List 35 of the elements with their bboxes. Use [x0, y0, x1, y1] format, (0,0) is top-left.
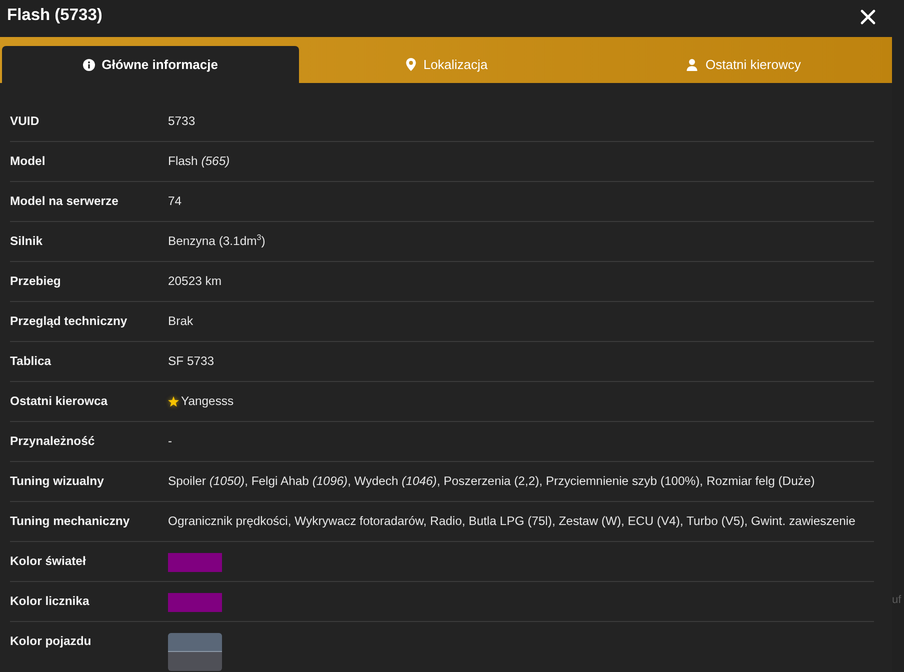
row-label: Tablica	[10, 354, 52, 368]
person-icon	[686, 58, 698, 70]
tab[interactable]: Główne informacje	[2, 46, 299, 83]
row-value: -	[168, 434, 172, 448]
row-label: Kolor licznika	[10, 594, 90, 608]
row-value: 5733	[168, 114, 196, 128]
row-label: Kolor pojazdu	[10, 634, 92, 648]
row-value: SF 5733	[168, 354, 214, 368]
driver-name: Yangesss	[181, 394, 234, 408]
row-value: Brak	[168, 314, 194, 328]
row-label: Tuning mechaniczny	[10, 514, 131, 528]
star-icon	[168, 396, 179, 406]
row-value: Benzyna (3.1dm$^{3}$)	[168, 234, 266, 248]
row-label: Model na serwerze	[10, 194, 120, 208]
close-icon[interactable]	[860, 8, 876, 24]
row-label: Przynależność	[10, 434, 96, 448]
row-label: VUID	[10, 114, 40, 128]
row-label: Kolor świateł	[10, 554, 87, 568]
row-label: Ostatni kierowca	[10, 394, 109, 408]
row-label: Przegląd techniczny	[10, 314, 128, 328]
background-text: uf	[892, 594, 902, 606]
row-label: Przebieg	[10, 274, 62, 288]
tab[interactable]: Ostatni kierowcy	[595, 46, 892, 83]
row-value: Flash (565)	[168, 154, 230, 168]
row-label: Silnik	[10, 234, 44, 248]
row-value: Ogranicznik prędkości, Wykrywacz fotoradarów, Radio, Butla LPG (75l), Zestaw (W), ECU (V4), Turbo (V5), Gwint. zawieszenie	[168, 514, 856, 528]
location-pin-icon	[406, 58, 416, 71]
row-value: 20523 km	[168, 274, 222, 288]
info-icon	[82, 58, 95, 70]
row-label: Model	[10, 154, 46, 168]
tab[interactable]: Lokalizacja	[298, 46, 596, 83]
row-value: Spoiler (1050), Felgi Ahab (1096), Wydech (1046), Poszerzenia (2,2), Przyciemnienie szyb (100%), Rozmiar felg (Duże)	[168, 474, 815, 488]
row-label: Tuning wizualny	[10, 474, 105, 488]
row-value: 74	[168, 194, 182, 208]
window-title: Flash (5733)	[7, 6, 102, 25]
